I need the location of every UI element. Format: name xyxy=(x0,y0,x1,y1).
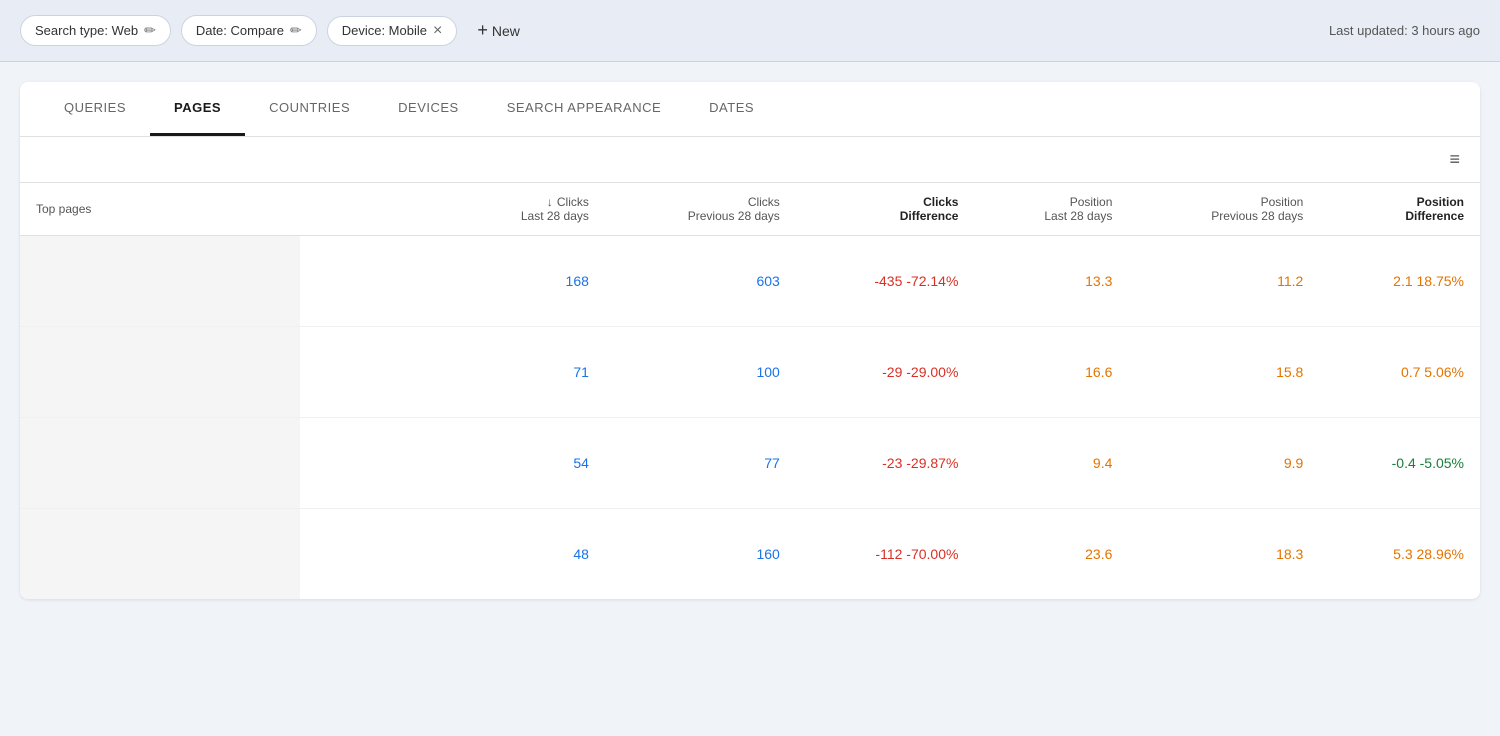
close-icon[interactable]: × xyxy=(433,23,442,39)
data-table: Top pages ↓ Clicks Last 28 days Clicks xyxy=(20,183,1480,599)
date-label: Date: Compare xyxy=(196,23,284,38)
col-position-diff-label: Position xyxy=(1417,195,1464,209)
col-clicks-last-label: Clicks xyxy=(557,195,589,209)
search-type-filter[interactable]: Search type: Web ✏ xyxy=(20,15,171,46)
col-position-last-sub: Last 28 days xyxy=(1044,209,1112,223)
tab-devices[interactable]: DEVICES xyxy=(374,82,483,136)
table-toolbar: ≡ xyxy=(20,137,1480,183)
clicks-last-value: 54 xyxy=(451,418,605,509)
position-last-value: 9.4 xyxy=(974,418,1128,509)
edit-icon[interactable]: ✏ xyxy=(144,22,156,39)
col-clicks-last[interactable]: ↓ Clicks Last 28 days xyxy=(451,183,605,236)
col-top-pages: Top pages xyxy=(20,183,451,236)
position-diff-value: -0.4 -5.05% xyxy=(1319,418,1480,509)
device-filter[interactable]: Device: Mobile × xyxy=(327,16,458,46)
tab-dates[interactable]: DATES xyxy=(685,82,778,136)
clicks-diff-value: -29 -29.00% xyxy=(796,327,975,418)
page-cell[interactable] xyxy=(20,418,451,509)
tab-pages[interactable]: PAGES xyxy=(150,82,245,136)
clicks-last-value: 48 xyxy=(451,509,605,600)
filter-icon[interactable]: ≡ xyxy=(1449,149,1460,170)
clicks-last-value: 168 xyxy=(451,236,605,327)
plus-icon: + xyxy=(477,20,488,41)
col-clicks-prev-sub: Previous 28 days xyxy=(688,209,780,223)
col-position-prev[interactable]: Position Previous 28 days xyxy=(1128,183,1319,236)
position-prev-value: 9.9 xyxy=(1128,418,1319,509)
page-cell[interactable] xyxy=(20,509,451,600)
table-row: 5477-23 -29.87%9.49.9-0.4 -5.05% xyxy=(20,418,1480,509)
col-clicks-prev[interactable]: Clicks Previous 28 days xyxy=(605,183,796,236)
position-prev-value: 11.2 xyxy=(1128,236,1319,327)
clicks-last-value: 71 xyxy=(451,327,605,418)
col-clicks-diff-sub: Difference xyxy=(900,209,959,223)
position-last-value: 16.6 xyxy=(974,327,1128,418)
table-row: 48160-112 -70.00%23.618.35.3 28.96% xyxy=(20,509,1480,600)
col-position-prev-sub: Previous 28 days xyxy=(1211,209,1303,223)
main-content: QUERIES PAGES COUNTRIES DEVICES SEARCH A… xyxy=(20,82,1480,599)
col-clicks-diff[interactable]: Clicks Difference xyxy=(796,183,975,236)
new-label: New xyxy=(492,23,520,39)
tab-queries[interactable]: QUERIES xyxy=(40,82,150,136)
col-position-last[interactable]: Position Last 28 days xyxy=(974,183,1128,236)
position-prev-value: 18.3 xyxy=(1128,509,1319,600)
col-position-diff-sub: Difference xyxy=(1405,209,1464,223)
tabs-nav: QUERIES PAGES COUNTRIES DEVICES SEARCH A… xyxy=(20,82,1480,137)
tab-countries[interactable]: COUNTRIES xyxy=(245,82,374,136)
sort-arrow-icon: ↓ xyxy=(547,195,553,209)
clicks-prev-value: 100 xyxy=(605,327,796,418)
col-clicks-prev-label: Clicks xyxy=(748,195,780,209)
clicks-diff-value: -112 -70.00% xyxy=(796,509,975,600)
clicks-prev-value: 160 xyxy=(605,509,796,600)
position-last-value: 23.6 xyxy=(974,509,1128,600)
date-filter[interactable]: Date: Compare ✏ xyxy=(181,15,317,46)
position-last-value: 13.3 xyxy=(974,236,1128,327)
new-button[interactable]: + New xyxy=(467,14,530,47)
col-clicks-last-sub: Last 28 days xyxy=(521,209,589,223)
device-label: Device: Mobile xyxy=(342,23,427,38)
position-diff-value: 0.7 5.06% xyxy=(1319,327,1480,418)
tab-search-appearance[interactable]: SEARCH APPEARANCE xyxy=(483,82,685,136)
position-diff-value: 5.3 28.96% xyxy=(1319,509,1480,600)
page-cell[interactable] xyxy=(20,327,451,418)
clicks-prev-value: 603 xyxy=(605,236,796,327)
edit-icon[interactable]: ✏ xyxy=(290,22,302,39)
last-updated: Last updated: 3 hours ago xyxy=(1329,23,1480,38)
col-position-last-label: Position xyxy=(1070,195,1113,209)
clicks-diff-value: -23 -29.87% xyxy=(796,418,975,509)
col-top-pages-label: Top pages xyxy=(36,202,91,216)
col-position-diff[interactable]: Position Difference xyxy=(1319,183,1480,236)
col-clicks-diff-label: Clicks xyxy=(923,195,958,209)
clicks-prev-value: 77 xyxy=(605,418,796,509)
clicks-diff-value: -435 -72.14% xyxy=(796,236,975,327)
search-type-label: Search type: Web xyxy=(35,23,138,38)
table-row: 168603-435 -72.14%13.311.22.1 18.75% xyxy=(20,236,1480,327)
table-row: 71100-29 -29.00%16.615.80.7 5.06% xyxy=(20,327,1480,418)
col-position-prev-label: Position xyxy=(1261,195,1304,209)
top-bar: Search type: Web ✏ Date: Compare ✏ Devic… xyxy=(0,0,1500,62)
position-diff-value: 2.1 18.75% xyxy=(1319,236,1480,327)
page-cell[interactable] xyxy=(20,236,451,327)
position-prev-value: 15.8 xyxy=(1128,327,1319,418)
